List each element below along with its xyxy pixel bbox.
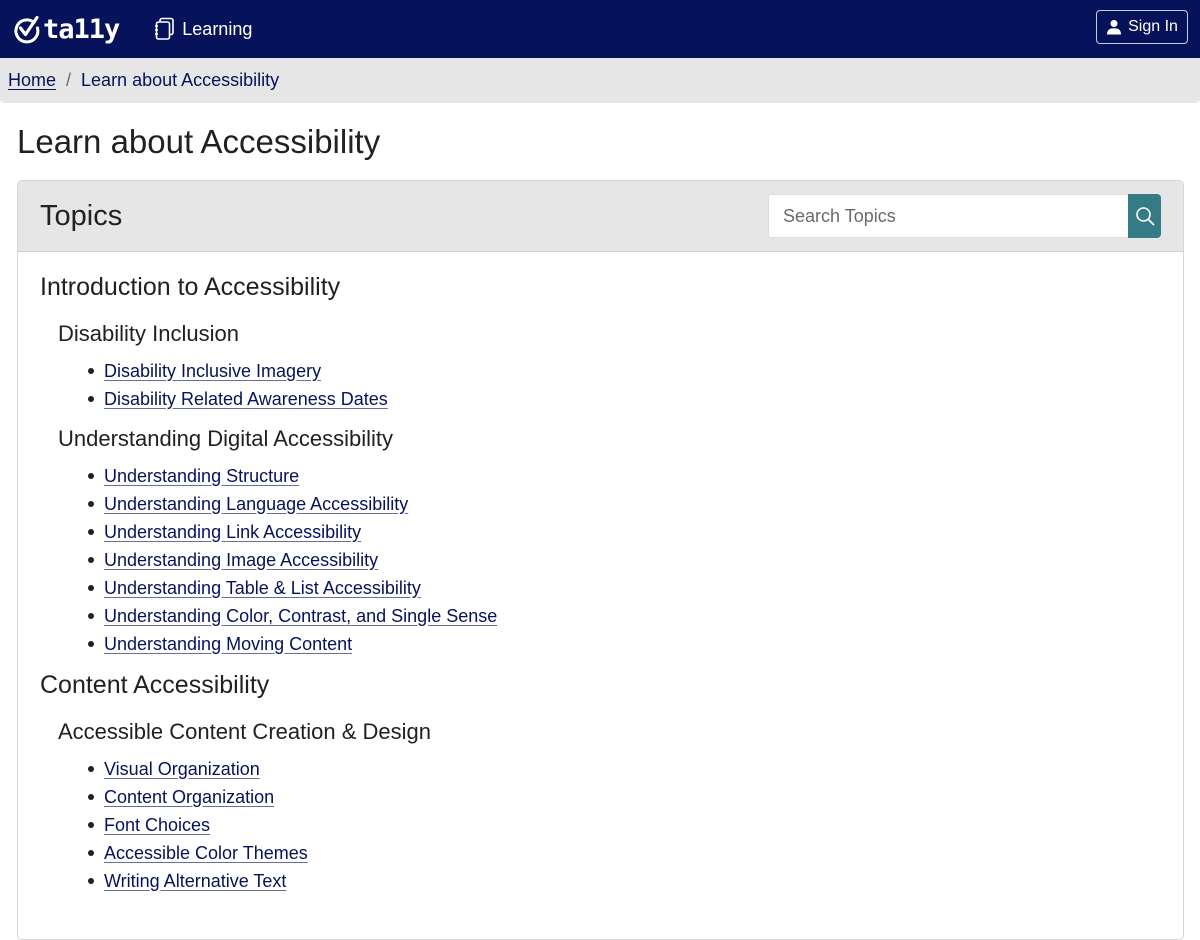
section-title: Introduction to Accessibility [40,273,341,301]
page-title: Learn about Accessibility [17,123,381,160]
breadcrumb-current: Learn about Accessibility [81,70,280,90]
search-icon [1135,207,1154,226]
topics-search-group [768,194,1161,238]
list-item: Disability Inclusive Imagery [88,357,1161,385]
topic-link[interactable]: Disability Related Awareness Dates [104,389,388,410]
topic-link[interactable]: Disability Inclusive Imagery [104,361,321,382]
sign-in-label: Sign In [1128,18,1178,35]
list-item: Understanding Color, Contrast, and Singl… [88,602,1161,630]
user-icon [1107,20,1122,35]
topic-link[interactable]: Understanding Structure [104,466,299,487]
nav-link-learning[interactable]: Learning [153,17,252,41]
topic-link[interactable]: Understanding Link Accessibility [104,522,361,543]
list-item: Font Choices [88,811,1161,839]
brand-logo-link[interactable]: ta11y [12,13,120,45]
search-topics-input[interactable] [768,194,1128,238]
subsection-title: Disability Inclusion [58,321,239,346]
subsection-title: Accessible Content Creation & Design [58,719,431,744]
list-item: Visual Organization [88,755,1161,783]
topic-link[interactable]: Visual Organization [104,759,260,780]
sign-in-button[interactable]: Sign In [1096,10,1188,44]
topic-link[interactable]: Understanding Image Accessibility [104,550,378,571]
topic-section: Content Accessibility Accessible Content… [40,670,1161,895]
topic-link-list: Visual Organization Content Organization… [88,755,1161,895]
topic-section: Introduction to Accessibility Disability… [40,272,1161,658]
breadcrumb-home-link[interactable]: Home [8,70,56,91]
topics-card-body: Introduction to Accessibility Disability… [18,252,1183,927]
top-navbar: ta11y Learning Sign In [0,0,1200,58]
topic-link[interactable]: Accessible Color Themes [104,843,308,864]
topic-link[interactable]: Content Organization [104,787,274,808]
list-item: Accessible Color Themes [88,839,1161,867]
search-button[interactable] [1128,194,1161,238]
list-item: Writing Alternative Text [88,867,1161,895]
notebook-icon [155,17,175,40]
topic-link-list: Understanding Structure Understanding La… [88,462,1161,658]
list-item: Understanding Moving Content [88,630,1161,658]
topics-title: Topics [40,199,123,232]
list-item: Understanding Table & List Accessibility [88,574,1161,602]
brand-name: ta11y [43,13,120,45]
topic-link[interactable]: Understanding Table & List Accessibility [104,578,421,599]
list-item: Content Organization [88,783,1161,811]
topic-link[interactable]: Writing Alternative Text [104,871,286,892]
breadcrumb-separator: / [66,70,72,90]
check-circle-logo-icon [14,15,40,44]
section-title: Content Accessibility [40,671,270,699]
nav-link-label: Learning [182,18,253,39]
topic-link[interactable]: Font Choices [104,815,210,836]
list-item: Understanding Link Accessibility [88,518,1161,546]
topic-link[interactable]: Understanding Moving Content [104,634,352,655]
topics-card: Topics Introduction to Accessibility Dis… [17,180,1184,940]
topic-link[interactable]: Understanding Language Accessibility [104,494,408,515]
list-item: Understanding Language Accessibility [88,490,1161,518]
list-item: Understanding Structure [88,462,1161,490]
list-item: Understanding Image Accessibility [88,546,1161,574]
subsection-title: Understanding Digital Accessibility [58,426,394,451]
breadcrumb: Home / Learn about Accessibility [0,58,1200,103]
topics-card-header: Topics [18,181,1183,252]
topic-link[interactable]: Understanding Color, Contrast, and Singl… [104,606,497,627]
topic-link-list: Disability Inclusive Imagery Disability … [88,357,1161,413]
list-item: Disability Related Awareness Dates [88,385,1161,413]
